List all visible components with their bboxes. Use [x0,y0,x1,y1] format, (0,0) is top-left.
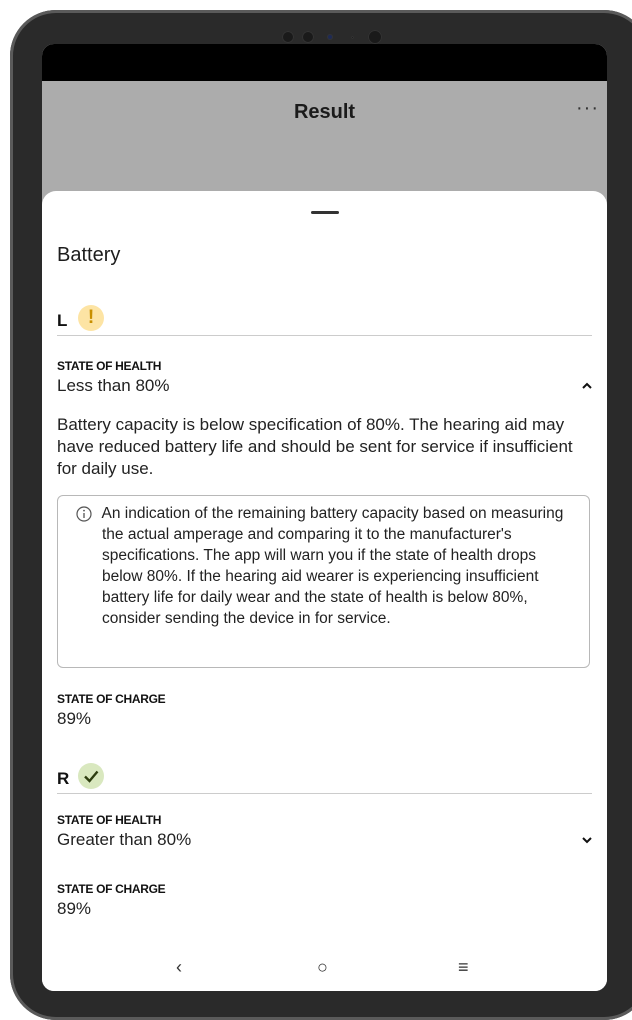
state-of-charge-value: 89% [57,899,92,918]
state-of-charge-value: 89% [57,709,92,728]
navigation-bar: ‹ ○ ≡ [42,947,607,991]
status-bar [42,44,607,81]
sensor-dot [282,31,294,43]
state-of-charge-label: STATE OF CHARGE [57,692,166,706]
state-of-charge-label: STATE OF CHARGE [57,882,166,896]
side-label-left: L [57,311,68,330]
home-icon[interactable]: ○ [317,957,328,978]
bottom-sheet: Battery L ! STATE OF HEALTH Less than 80… [42,191,607,991]
info-icon [76,506,92,522]
page-title: Result [293,101,356,123]
sensor-dot [368,30,382,44]
left-side-header: L ! [57,305,592,336]
info-box: An indication of the remaining battery c… [57,495,590,668]
state-of-health-label: STATE OF HEALTH [57,359,162,373]
state-of-health-value: Greater than 80% [57,830,192,849]
check-icon [78,763,104,789]
chevron-up-icon[interactable] [581,380,593,392]
back-icon[interactable]: ‹ [176,957,182,978]
more-options-icon[interactable]: ··· [576,97,599,120]
info-text: An indication of the remaining battery c… [101,505,564,627]
state-of-health-label: STATE OF HEALTH [57,813,162,827]
chevron-down-icon[interactable] [581,834,593,846]
state-of-health-value: Less than 80% [57,376,170,395]
sensor-dot [351,36,354,39]
health-description: Battery capacity is below specification … [57,415,573,478]
sheet-title: Battery [57,244,121,266]
recents-icon[interactable]: ≡ [458,957,469,978]
drag-handle[interactable] [311,211,339,214]
camera-lens [327,34,333,40]
screen: Result ··· Battery L ! STATE OF HEALTH L… [42,44,607,991]
side-label-right: R [57,769,70,788]
sensor-dot [302,31,314,43]
warning-icon: ! [78,305,104,331]
right-side-header: R [57,763,592,794]
